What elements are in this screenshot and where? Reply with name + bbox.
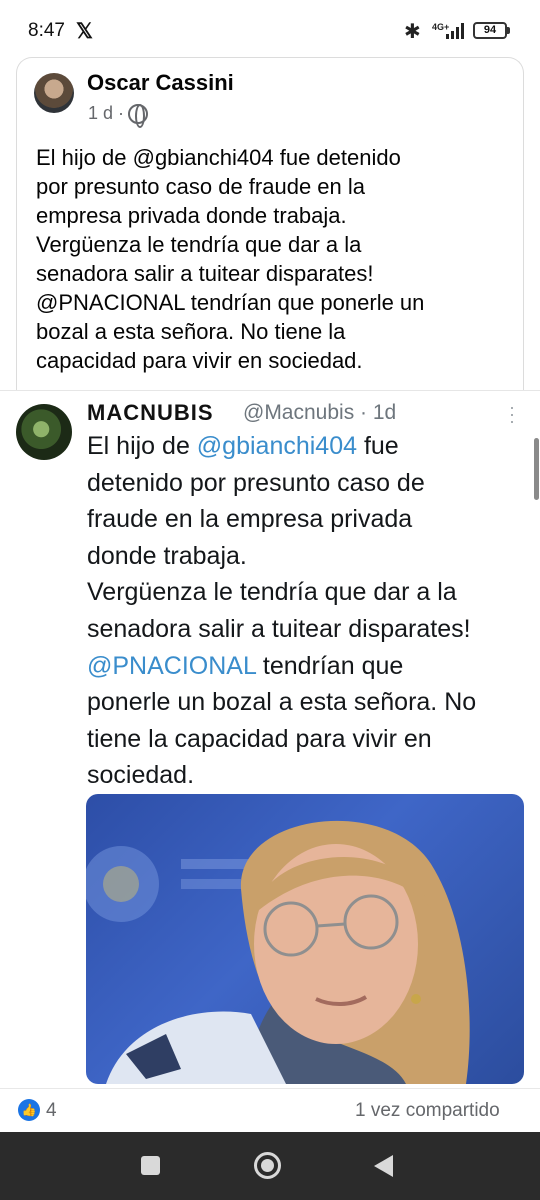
post-text-line: por presunto caso de fraude en la bbox=[36, 174, 366, 199]
post-text-line: senadora salir a tuitear disparates! bbox=[36, 261, 374, 286]
mention-pnacional: @PNACIONAL bbox=[87, 651, 256, 680]
status-time: 8:47 bbox=[28, 20, 65, 41]
mention-gbianchi404: @gbianchi404 bbox=[196, 432, 358, 460]
home-icon[interactable] bbox=[254, 1152, 281, 1179]
post-text-line: bozal a esta señora. No tiene la bbox=[36, 319, 346, 344]
bluetooth-icon: ✱ bbox=[404, 21, 421, 43]
tweet-text-line: sociedad. bbox=[87, 761, 195, 790]
post-text-line: capacidad para vivir en sociedad. bbox=[36, 348, 363, 373]
battery-icon: 94 bbox=[473, 22, 507, 39]
post-text-line: empresa privada donde trabaja. bbox=[36, 203, 347, 228]
post-text-line: Vergüenza le tendría que dar a la bbox=[36, 232, 362, 257]
post-text-line: El hijo de @gbianchi404 fue detenido bbox=[36, 145, 401, 170]
back-icon[interactable] bbox=[374, 1155, 393, 1177]
tweet-text-line: detenido por presunto caso de bbox=[87, 468, 425, 497]
tweet-author-name: MACNUBIS bbox=[87, 400, 214, 425]
tweet-avatar bbox=[16, 404, 72, 460]
tweet-text-line: fraude en la empresa privada bbox=[87, 505, 413, 534]
tweet-text-line: donde trabaja. bbox=[87, 541, 247, 570]
scrollbar[interactable] bbox=[534, 438, 539, 500]
globe-icon bbox=[128, 103, 149, 128]
photo-illustration bbox=[86, 820, 470, 1084]
share-count[interactable]: 1 vez compartido bbox=[355, 1100, 500, 1122]
tweet-text-line: tiene la capacidad para vivir en bbox=[87, 724, 432, 753]
tweet-text-line: El hijo de @gbianchi404 fue bbox=[87, 432, 399, 460]
tweet-text-line: ponerle un bozal a esta señora. No bbox=[87, 688, 477, 717]
signal-icon bbox=[446, 23, 466, 39]
like-icon[interactable]: 👍 bbox=[18, 1099, 40, 1121]
status-bar: 8:47 𝕏 ✱ 4G+ 94 bbox=[0, 0, 540, 62]
x-logo-icon: 𝕏 bbox=[76, 20, 93, 43]
tweet-text-line: Vergüenza le tendría que dar a la bbox=[87, 578, 457, 607]
tweet-photo bbox=[86, 794, 524, 1084]
author-name[interactable]: Oscar Cassini bbox=[87, 70, 234, 96]
tweet-text: El hijo de @gbianchi404 fue detenido por… bbox=[87, 428, 527, 794]
more-vertical-icon: · · · bbox=[509, 397, 515, 431]
tweet-text-line: @PNACIONAL tendrían que bbox=[87, 651, 404, 680]
post-text: El hijo de @gbianchi404 fue detenido por… bbox=[36, 143, 506, 375]
like-count[interactable]: 4 bbox=[46, 1100, 57, 1122]
battery-tip bbox=[507, 27, 510, 34]
post-meta: 1 d · bbox=[88, 103, 149, 128]
post-text-line: @PNACIONAL tendrían que ponerle un bbox=[36, 290, 425, 315]
author-avatar[interactable] bbox=[34, 73, 74, 113]
recents-icon[interactable] bbox=[141, 1156, 160, 1175]
post-time[interactable]: 1 d · bbox=[88, 103, 124, 124]
tweet-text-line: senadora salir a tuitear disparates! bbox=[87, 614, 471, 643]
tweet-handle: @Macnubis · 1d bbox=[243, 401, 397, 424]
